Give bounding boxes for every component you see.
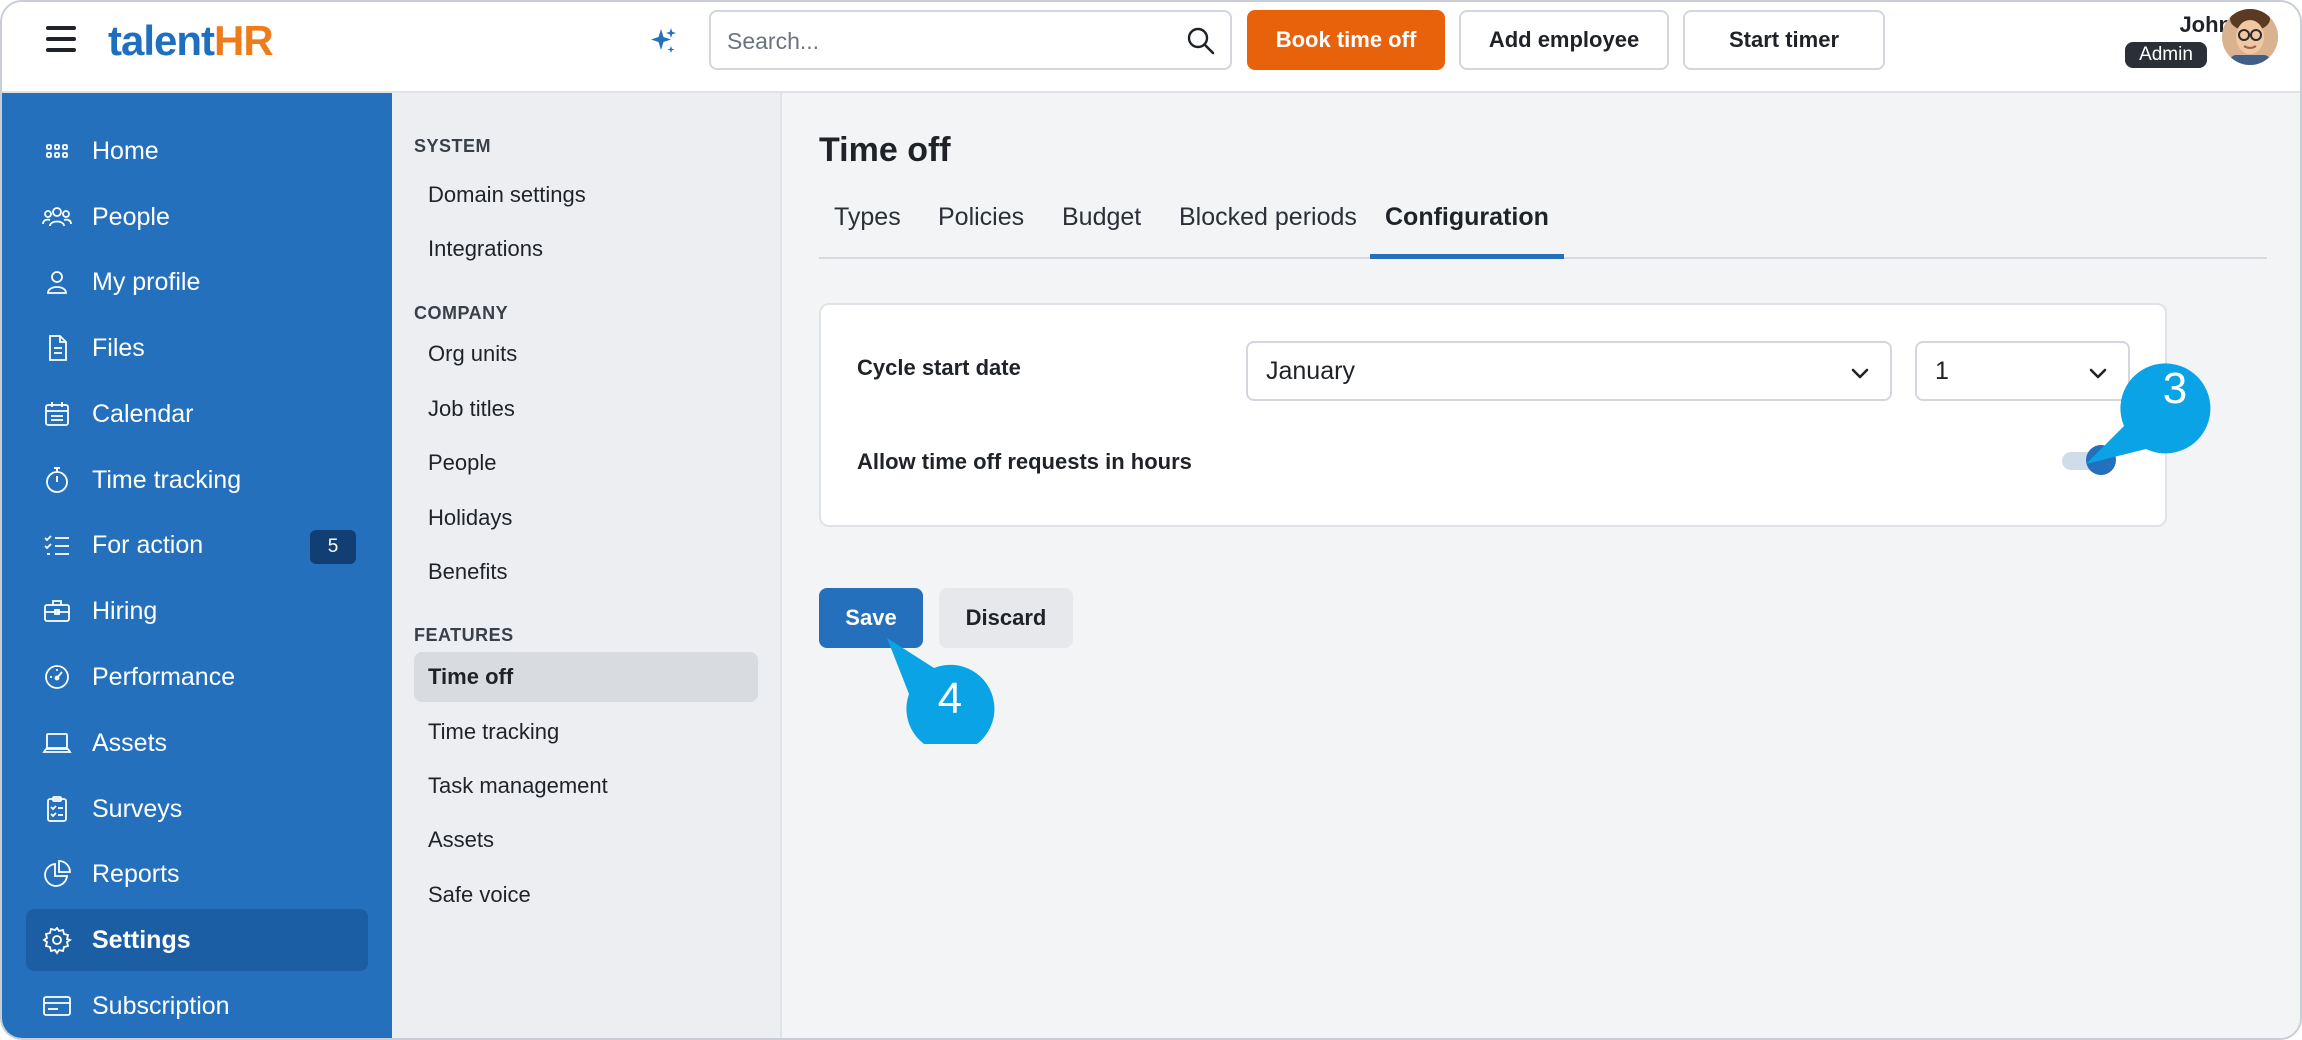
file-icon — [49, 335, 67, 361]
nav-item-for-action[interactable]: For action 5 — [26, 514, 368, 576]
search-icon[interactable] — [1186, 26, 1216, 56]
checklist-icon — [44, 535, 69, 555]
nav-item-surveys[interactable]: Surveys — [26, 778, 368, 840]
nav-label-my-profile: My profile — [92, 267, 201, 296]
start-timer-button[interactable]: Start timer — [1683, 10, 1885, 70]
card-icon — [43, 996, 71, 1016]
nav-item-performance[interactable]: Performance — [26, 646, 368, 708]
nav-label-surveys: Surveys — [92, 794, 183, 823]
settings-item-benefits[interactable]: Benefits — [414, 547, 758, 597]
nav-item-my-profile[interactable]: My profile — [26, 251, 368, 313]
section-heading-company: COMPANY — [414, 303, 509, 323]
settings-item-safe-voice[interactable]: Safe voice — [414, 870, 758, 920]
tab-configuration[interactable]: Configuration — [1370, 199, 1564, 259]
pie-chart-icon — [44, 860, 71, 887]
clipboard-icon — [47, 796, 67, 822]
hamburger-menu-icon[interactable] — [46, 26, 76, 52]
cycle-day-value: 1 — [1935, 357, 1949, 385]
avatar[interactable] — [2222, 9, 2278, 65]
nav-label-home: Home — [92, 136, 159, 165]
nav-label-performance: Performance — [92, 662, 236, 691]
avatar-portrait-icon — [2222, 9, 2278, 65]
tab-budget[interactable]: Budget — [1047, 199, 1156, 259]
allow-hours-label: Allow time off requests in hours — [857, 449, 1192, 474]
callout-number-4: 4 — [937, 674, 963, 723]
search-box[interactable] — [709, 10, 1232, 70]
nav-item-hiring[interactable]: Hiring — [26, 580, 368, 642]
settings-item-assets[interactable]: Assets — [414, 815, 758, 865]
briefcase-icon — [44, 600, 70, 622]
calendar-icon — [45, 402, 69, 426]
section-heading-features: FEATURES — [414, 625, 514, 645]
gear-icon — [42, 926, 72, 955]
callout-number-3: 3 — [2162, 364, 2188, 413]
cycle-month-select[interactable]: January — [1246, 341, 1892, 401]
people-icon — [42, 207, 72, 227]
nav-label-time-tracking: Time tracking — [92, 465, 242, 494]
settings-item-holidays[interactable]: Holidays — [414, 493, 758, 543]
nav-label-files: Files — [92, 333, 145, 362]
top-bar: talentHR Book time off Add employee Star… — [2, 2, 2300, 93]
nav-item-reports[interactable]: Reports — [26, 843, 368, 905]
configuration-card: Cycle start date January 1 Allow time of… — [819, 303, 2167, 527]
callout-step-3: 3 — [2086, 354, 2216, 479]
cycle-month-value: January — [1266, 357, 1355, 385]
settings-item-job-titles[interactable]: Job titles — [414, 384, 758, 434]
ai-sparkle-icon[interactable] — [648, 26, 678, 56]
nav-item-calendar[interactable]: Calendar — [26, 383, 368, 445]
nav-label-calendar: Calendar — [92, 399, 194, 428]
settings-item-integrations[interactable]: Integrations — [414, 224, 758, 274]
nav-label-for-action: For action — [92, 530, 204, 559]
settings-item-domain-settings[interactable]: Domain settings — [414, 170, 758, 220]
user-icon — [47, 271, 67, 294]
settings-item-task-management[interactable]: Task management — [414, 761, 758, 811]
nav-item-home[interactable]: Home — [26, 120, 368, 182]
main-sidebar: Home People My profile Files Calendar Ti… — [2, 93, 392, 1038]
search-input[interactable] — [727, 24, 1167, 58]
section-heading-system: SYSTEM — [414, 136, 492, 156]
nav-label-reports: Reports — [92, 859, 180, 888]
user-role-badge: Admin — [2125, 42, 2207, 68]
for-action-count-badge: 5 — [310, 530, 356, 564]
settings-item-time-off[interactable]: Time off — [414, 652, 758, 702]
settings-item-people[interactable]: People — [414, 438, 758, 488]
tab-policies[interactable]: Policies — [923, 199, 1039, 259]
talenthr-logo[interactable]: talentHR — [108, 16, 274, 66]
app-window: talentHR Book time off Add employee Star… — [0, 0, 2302, 1040]
add-employee-button[interactable]: Add employee — [1459, 10, 1669, 70]
nav-item-files[interactable]: Files — [26, 317, 368, 379]
nav-item-subscription[interactable]: Subscription — [26, 975, 368, 1037]
nav-label-assets: Assets — [92, 728, 168, 757]
tab-blocked-periods[interactable]: Blocked periods — [1164, 199, 1372, 259]
nav-item-time-tracking[interactable]: Time tracking — [26, 449, 368, 511]
nav-label-subscription: Subscription — [92, 991, 230, 1020]
settings-item-org-units[interactable]: Org units — [414, 329, 758, 379]
nav-label-settings: Settings — [92, 925, 191, 954]
cycle-start-date-label: Cycle start date — [857, 355, 1021, 380]
book-time-off-button[interactable]: Book time off — [1247, 10, 1445, 70]
home-grid-icon — [46, 144, 68, 158]
settings-item-time-tracking[interactable]: Time tracking — [414, 707, 758, 757]
logo-text-talent: talent — [108, 17, 215, 64]
page-title: Time off — [819, 131, 951, 169]
nav-label-people: People — [92, 202, 170, 231]
nav-item-people[interactable]: People — [26, 186, 368, 248]
chevron-down-icon — [1851, 368, 1869, 379]
nav-item-assets[interactable]: Assets — [26, 712, 368, 774]
stopwatch-icon — [46, 467, 68, 493]
gauge-icon — [45, 665, 69, 689]
user-name[interactable]: John — [2122, 12, 2232, 38]
callout-step-4: 4 — [882, 634, 1002, 753]
main-content: Time off Types Policies Budget Blocked p… — [782, 93, 2300, 1038]
nav-label-hiring: Hiring — [92, 596, 158, 625]
logo-text-hr: HR — [214, 17, 274, 64]
settings-sidebar: SYSTEM Domain settings Integrations COMP… — [392, 93, 782, 1038]
laptop-icon — [42, 733, 72, 753]
nav-item-settings[interactable]: Settings — [26, 909, 368, 971]
tab-bar: Types Policies Budget Blocked periods Co… — [819, 199, 2267, 259]
tab-types[interactable]: Types — [819, 199, 916, 259]
